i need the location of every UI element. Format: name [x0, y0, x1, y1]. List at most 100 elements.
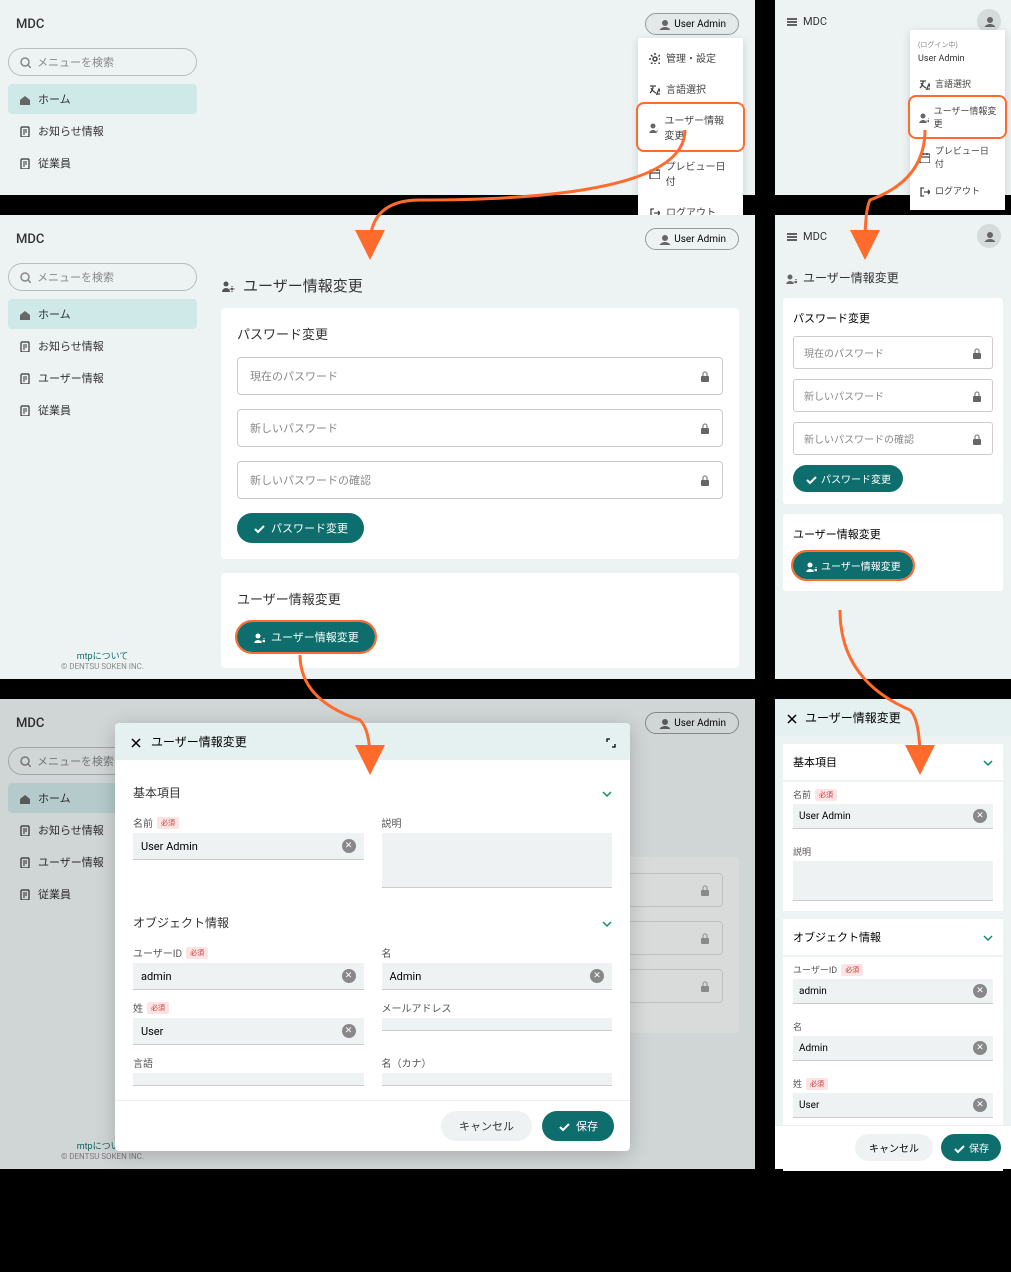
menu-lang[interactable]: 言語選択 — [638, 73, 743, 104]
userchange-icon — [918, 111, 929, 123]
doc-icon — [18, 125, 30, 137]
sidebar-item-notice[interactable]: お知らせ情報 — [8, 331, 197, 361]
panel-mobile-dialog: ユーザー情報変更 基本項目 名前必須 User Admin✕ 説明 オブジェクト… — [775, 699, 1011, 1169]
close-icon[interactable] — [785, 712, 797, 724]
menu-userchange[interactable]: ユーザー情報変更 — [638, 104, 743, 150]
pw-new-input[interactable]: 新しいパスワード — [793, 379, 993, 412]
menu-lang[interactable]: 言語選択 — [910, 70, 1005, 97]
pw-change-button[interactable]: パスワード変更 — [237, 513, 364, 543]
page-title: ユーザー情報変更 — [775, 257, 1011, 298]
footer-about[interactable]: mtpについて — [0, 649, 205, 662]
expand-icon[interactable] — [604, 736, 616, 748]
ui-change-button[interactable]: ユーザー情報変更 — [793, 552, 913, 579]
menu-logout[interactable]: ログアウト — [910, 177, 1005, 204]
input-name[interactable]: User Admin✕ — [793, 804, 993, 829]
check-icon — [253, 522, 265, 534]
check-icon — [953, 1142, 965, 1154]
clear-icon[interactable]: ✕ — [973, 1041, 987, 1055]
chevron-down-icon[interactable] — [981, 931, 993, 943]
sidebar-item-employee[interactable]: 従業員 — [8, 395, 197, 425]
sidebar-item-home[interactable]: ホーム — [8, 299, 197, 329]
clear-icon[interactable]: ✕ — [342, 969, 356, 983]
clear-icon[interactable]: ✕ — [973, 1098, 987, 1112]
gear-icon — [648, 52, 660, 64]
sidebar-item-employee[interactable]: 従業員 — [8, 148, 197, 178]
panel-mobile-menu: MDC (ログイン中) User Admin 言語選択 ユーザー情報変更 プレビ… — [775, 0, 1011, 195]
userchange-icon — [648, 121, 658, 133]
lang-icon — [918, 78, 930, 90]
user-label: User Admin — [674, 19, 726, 30]
save-button[interactable]: 保存 — [941, 1134, 1001, 1161]
user-edit-dialog: ユーザー情報変更 基本項目 名前必須 User Admin✕ 説明 オブジェクト… — [115, 723, 630, 1151]
input-desc[interactable] — [793, 861, 993, 901]
search-input[interactable]: メニューを検索 — [8, 48, 197, 76]
clear-icon[interactable]: ✕ — [973, 984, 987, 998]
cancel-button[interactable]: キャンセル — [855, 1134, 933, 1161]
input-lang[interactable] — [133, 1073, 364, 1086]
menu-previewdate[interactable]: プレビュー日付 — [910, 137, 1005, 177]
input-last[interactable]: User✕ — [133, 1018, 364, 1045]
chevron-down-icon[interactable] — [600, 917, 612, 929]
required-badge: 必須 — [147, 1002, 169, 1014]
userchange-icon — [253, 631, 265, 643]
panel-desktop-page: MDC User Admin メニューを検索 ホーム お知らせ情報 ユーザー情報… — [0, 215, 755, 679]
required-badge: 必須 — [186, 947, 208, 959]
user-menu-chip[interactable]: User Admin — [645, 13, 739, 35]
lock-icon — [970, 390, 982, 402]
label-desc: 説明 — [793, 845, 811, 858]
pw-current-input[interactable]: 現在のパスワード — [237, 357, 723, 395]
required-badge: 必須 — [841, 964, 863, 976]
search-input[interactable]: メニューを検索 — [8, 263, 197, 291]
pw-confirm-input[interactable]: 新しいパスワードの確認 — [793, 422, 993, 455]
person-icon — [983, 15, 995, 27]
input-name[interactable]: User Admin✕ — [133, 833, 364, 860]
clear-icon[interactable]: ✕ — [342, 839, 356, 853]
chevron-down-icon[interactable] — [600, 787, 612, 799]
pw-confirm-input[interactable]: 新しいパスワードの確認 — [237, 461, 723, 499]
input-desc[interactable] — [382, 833, 613, 888]
close-icon[interactable] — [129, 736, 141, 748]
required-badge: 必須 — [157, 817, 179, 829]
menu-userchange[interactable]: ユーザー情報変更 — [910, 97, 1005, 137]
input-userid[interactable]: admin✕ — [793, 979, 993, 1004]
doc-icon — [18, 372, 30, 384]
menu-previewdate[interactable]: プレビュー日付 — [638, 150, 743, 196]
person-icon — [658, 18, 670, 30]
ui-change-button[interactable]: ユーザー情報変更 — [237, 622, 375, 652]
mobile-user-dropdown: (ログイン中) User Admin 言語選択 ユーザー情報変更 プレビュー日付… — [910, 30, 1005, 210]
logged-in-label: (ログイン中) — [910, 36, 1005, 54]
menu-admin[interactable]: 管理・設定 — [638, 42, 743, 73]
section-basic: 基本項目 — [133, 784, 181, 801]
section-object: オブジェクト情報 — [133, 914, 229, 931]
pw-new-input[interactable]: 新しいパスワード — [237, 409, 723, 447]
save-button[interactable]: 保存 — [542, 1111, 614, 1141]
pw-section-title: パスワード変更 — [237, 324, 723, 343]
input-last[interactable]: User✕ — [793, 1093, 993, 1118]
doc-icon — [18, 340, 30, 352]
sidebar-item-notice[interactable]: お知らせ情報 — [8, 116, 197, 146]
panel-mobile-page: MDC ユーザー情報変更 パスワード変更 現在のパスワード 新しいパスワード 新… — [775, 215, 1011, 679]
cancel-button[interactable]: キャンセル — [441, 1111, 532, 1141]
input-first[interactable]: Admin✕ — [382, 963, 613, 990]
sidebar-item-userinfo[interactable]: ユーザー情報 — [8, 363, 197, 393]
footer-copy: © DENTSU SOKEN INC. — [0, 662, 205, 671]
menu-icon[interactable] — [785, 15, 797, 27]
user-menu-chip[interactable]: User Admin — [645, 228, 739, 250]
lock-icon — [698, 474, 710, 486]
lock-icon — [698, 370, 710, 382]
menu-icon[interactable] — [785, 230, 797, 242]
chevron-down-icon[interactable] — [981, 756, 993, 768]
clear-icon[interactable]: ✕ — [973, 809, 987, 823]
input-userid[interactable]: admin✕ — [133, 963, 364, 990]
input-first-kana[interactable] — [382, 1073, 613, 1086]
pw-current-input[interactable]: 現在のパスワード — [793, 336, 993, 369]
input-first[interactable]: Admin✕ — [793, 1036, 993, 1061]
clear-icon[interactable]: ✕ — [342, 1024, 356, 1038]
sidebar-item-home[interactable]: ホーム — [8, 84, 197, 114]
input-email[interactable] — [382, 1018, 613, 1031]
clear-icon[interactable]: ✕ — [590, 969, 604, 983]
pw-change-button[interactable]: パスワード変更 — [793, 465, 903, 492]
ui-section-title: ユーザー情報変更 — [237, 589, 723, 608]
label-desc: 説明 — [382, 815, 402, 830]
user-avatar[interactable] — [977, 224, 1001, 248]
